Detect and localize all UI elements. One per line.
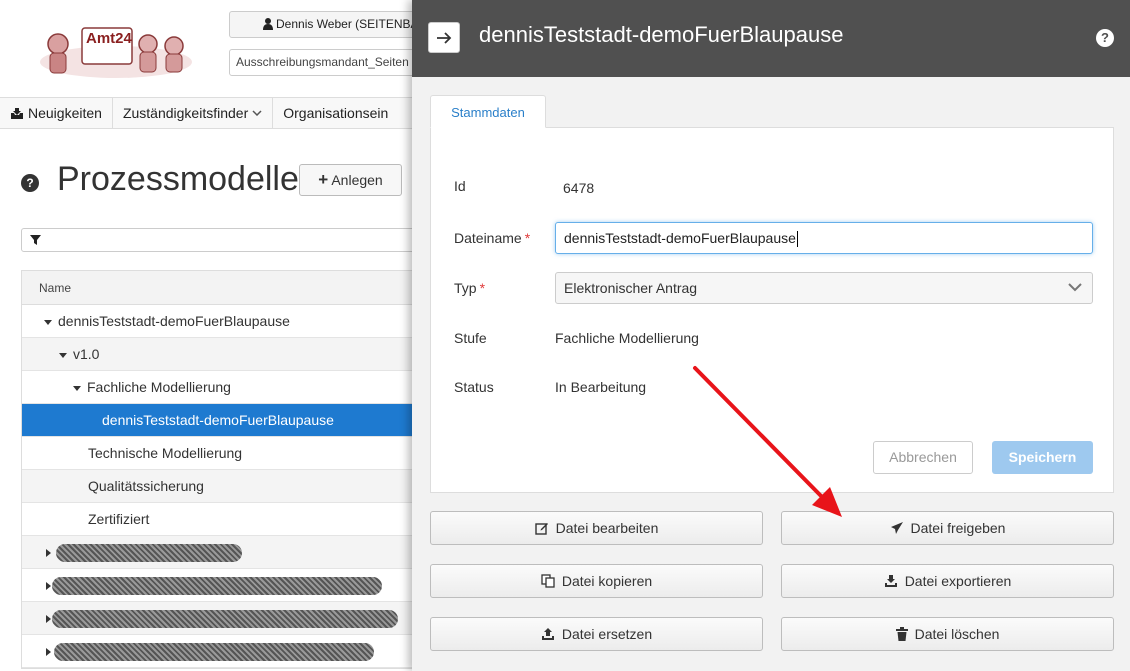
copy-file-label: Datei kopieren (561, 573, 653, 589)
edit-file-label: Datei bearbeiten (555, 520, 659, 536)
logo-text: Amt24 (86, 30, 132, 47)
tree-row[interactable]: dennisTeststadt-demoFuerBlaupause (22, 305, 420, 338)
page-title: Prozessmodelle (57, 160, 299, 198)
dateiname-label-text: Dateiname (454, 230, 522, 246)
save-button[interactable]: Speichern (992, 441, 1093, 474)
delete-file-label: Datei löschen (914, 626, 1000, 642)
trash-icon (895, 627, 908, 641)
tree-row-label: Fachliche Modellierung (87, 379, 231, 395)
redaction-scribble (52, 577, 382, 595)
status-value: In Bearbeitung (555, 379, 647, 395)
tree-row-label: Zertifiziert (88, 511, 150, 527)
nav-item-label: Organisationsein (283, 105, 389, 121)
tree-row-label: dennisTeststadt-demoFuerBlaupause (102, 412, 334, 428)
user-icon (263, 18, 273, 30)
caret-down-icon[interactable] (73, 385, 81, 391)
typ-label-text: Typ (454, 280, 477, 296)
tree-row-selected[interactable]: dennisTeststadt-demoFuerBlaupause (22, 404, 420, 437)
tree-row[interactable]: Technische Modellierung (22, 437, 420, 470)
detail-side-panel: dennisTeststadt-demoFuerBlaupause ? Stam… (412, 0, 1130, 671)
inbox-icon (11, 107, 23, 119)
help-icon[interactable]: ? (1096, 29, 1114, 47)
dateiname-input-value: dennisTeststadt-demoFuerBlaupause (564, 230, 796, 246)
tree-row[interactable]: Zertifiziert (22, 503, 420, 536)
help-icon[interactable]: ? (21, 174, 39, 192)
nav-item-label: Zuständigkeitsfinder (122, 105, 249, 121)
typ-label: Typ * (454, 280, 485, 296)
chevron-down-icon (252, 110, 262, 116)
release-file-label: Datei freigeben (910, 520, 1006, 536)
tree-column-header[interactable]: Name (22, 271, 420, 305)
dateiname-input[interactable]: dennisTeststadt-demoFuerBlaupause (555, 222, 1093, 254)
filter-input[interactable] (21, 228, 421, 252)
caret-down-icon[interactable] (44, 319, 52, 325)
arrow-right-icon (437, 32, 452, 44)
stammdaten-form: Id 6478 Dateiname * dennisTeststadt-demoF… (430, 127, 1114, 493)
id-label: Id (454, 178, 466, 194)
status-label: Status (454, 379, 494, 395)
panel-header: dennisTeststadt-demoFuerBlaupause ? (412, 0, 1130, 77)
copy-icon (541, 574, 555, 588)
release-file-button[interactable]: Datei freigeben (781, 511, 1114, 545)
process-model-tree: Name dennisTeststadt-demoFuerBlaupause v… (21, 270, 421, 669)
app-logo[interactable]: Amt24 (36, 22, 196, 80)
required-marker: * (479, 280, 486, 296)
user-menu-button[interactable]: Dennis Weber (SEITENBA (229, 11, 429, 38)
user-name: Dennis Weber (SEITENBA (276, 17, 419, 31)
required-marker: * (524, 230, 531, 246)
redaction-scribble (52, 610, 398, 628)
close-panel-button[interactable] (428, 22, 460, 53)
tree-row[interactable]: Fachliche Modellierung (22, 371, 420, 404)
delete-file-button[interactable]: Datei löschen (781, 617, 1114, 651)
plus-icon: + (318, 170, 329, 189)
edit-icon (534, 523, 548, 535)
create-button-label: Anlegen (331, 172, 383, 188)
copy-file-button[interactable]: Datei kopieren (430, 564, 763, 598)
filter-icon (30, 235, 41, 245)
download-icon (884, 575, 897, 587)
tree-row[interactable]: v1.0 (22, 338, 420, 371)
tree-row[interactable]: Qualitätssicherung (22, 470, 420, 503)
caret-right-icon[interactable] (46, 549, 51, 558)
create-button[interactable]: + Anlegen (299, 164, 402, 196)
tab-stammdaten[interactable]: Stammdaten (430, 95, 546, 128)
tree-row-label: Technische Modellierung (88, 445, 243, 461)
caret-right-icon[interactable] (46, 615, 51, 624)
redaction-scribble (54, 643, 374, 661)
tree-row-redacted[interactable] (22, 635, 420, 668)
mandant-select[interactable]: Ausschreibungsmandant_Seiten (229, 49, 429, 76)
main-navbar: Neuigkeiten Zuständigkeitsfinder Organis… (0, 97, 420, 129)
stufe-label: Stufe (454, 330, 487, 346)
upload-icon (541, 628, 554, 640)
replace-file-label: Datei ersetzen (561, 626, 653, 642)
tree-row-redacted[interactable] (22, 569, 420, 602)
cancel-button[interactable]: Abbrechen (873, 441, 973, 474)
typ-select[interactable]: Elektronischer Antrag (555, 272, 1093, 304)
caret-right-icon[interactable] (46, 582, 51, 591)
export-file-label: Datei exportieren (904, 573, 1012, 589)
nav-item-zustaendigkeitsfinder[interactable]: Zuständigkeitsfinder (113, 98, 274, 128)
id-value: 6478 (563, 180, 595, 196)
nav-item-organisationseinheiten[interactable]: Organisationsein (273, 98, 398, 128)
stufe-value: Fachliche Modellierung (555, 330, 699, 346)
typ-select-value: Elektronischer Antrag (564, 280, 698, 296)
tree-row-redacted[interactable] (22, 536, 420, 569)
tree-row-label: v1.0 (73, 346, 100, 362)
panel-title: dennisTeststadt-demoFuerBlaupause (479, 22, 844, 47)
replace-file-button[interactable]: Datei ersetzen (430, 617, 763, 651)
tree-row-label: dennisTeststadt-demoFuerBlaupause (58, 313, 290, 329)
caret-down-icon[interactable] (59, 352, 67, 358)
tree-row-label: Qualitätssicherung (88, 478, 204, 494)
paper-plane-icon (890, 522, 903, 534)
redaction-scribble (56, 544, 242, 562)
edit-file-button[interactable]: Datei bearbeiten (430, 511, 763, 545)
text-cursor (796, 231, 798, 248)
chevron-down-icon (1068, 283, 1082, 292)
nav-item-label: Neuigkeiten (28, 105, 102, 121)
export-file-button[interactable]: Datei exportieren (781, 564, 1114, 598)
tree-row-redacted[interactable] (22, 602, 420, 635)
caret-right-icon[interactable] (46, 648, 51, 657)
nav-item-neuigkeiten[interactable]: Neuigkeiten (0, 98, 113, 128)
dateiname-label: Dateiname * (454, 230, 530, 246)
